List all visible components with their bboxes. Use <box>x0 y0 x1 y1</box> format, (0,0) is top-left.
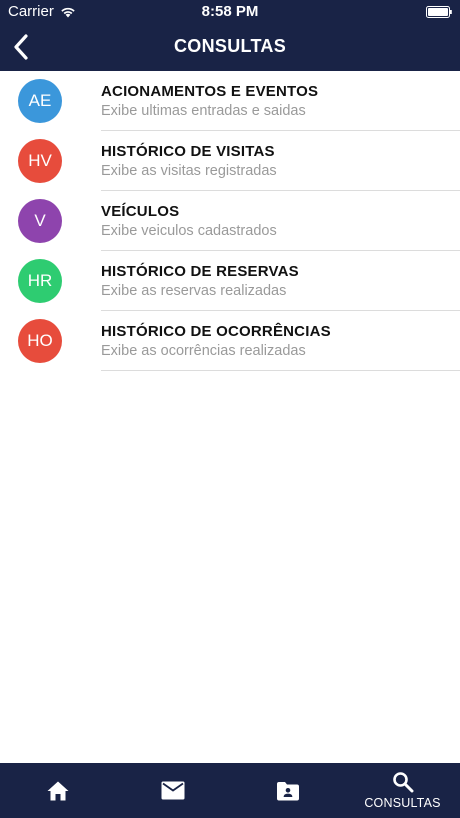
list-item-visitas[interactable]: HV HISTÓRICO DE VISITAS Exibe as visitas… <box>0 131 460 191</box>
list-item-title: HISTÓRICO DE OCORRÊNCIAS <box>101 323 331 340</box>
list-item-text: VEÍCULOS Exibe veiculos cadastrados <box>101 191 460 251</box>
page-title: CONSULTAS <box>173 36 287 56</box>
tab-home[interactable] <box>0 763 115 818</box>
consultas-list: AE ACIONAMENTOS E EVENTOS Exibe ultimas … <box>0 71 460 371</box>
tab-consultas[interactable]: CONSULTAS <box>345 763 460 818</box>
list-item-ocorrencias[interactable]: HO HISTÓRICO DE OCORRÊNCIAS Exibe as oco… <box>0 311 460 371</box>
list-item-subtitle: Exibe ultimas entradas e saidas <box>101 103 306 119</box>
tab-bar: CONSULTAS <box>0 763 460 818</box>
list-item-text: HISTÓRICO DE VISITAS Exibe as visitas re… <box>101 131 460 191</box>
list-item-veiculos[interactable]: V VEÍCULOS Exibe veiculos cadastrados <box>0 191 460 251</box>
list-item-subtitle: Exibe as visitas registradas <box>101 163 277 179</box>
home-icon <box>47 781 68 800</box>
list-item-title: VEÍCULOS <box>101 203 180 220</box>
list-item-text: ACIONAMENTOS E EVENTOS Exibe ultimas ent… <box>101 71 460 131</box>
list-item-reservas[interactable]: HR HISTÓRICO DE RESERVAS Exibe as reserv… <box>0 251 460 311</box>
list-item-title: ACIONAMENTOS E EVENTOS <box>101 83 319 100</box>
nav-bar: CONSULTAS <box>0 24 460 71</box>
list-item-subtitle: Exibe as ocorrências realizadas <box>101 343 306 359</box>
search-icon <box>392 772 413 793</box>
list-item-subtitle: Exibe veiculos cadastrados <box>101 223 277 239</box>
avatar: HR <box>18 259 62 303</box>
status-bar: Carrier 8:58 PM <box>0 0 460 24</box>
list-item-acionamentos[interactable]: AE ACIONAMENTOS E EVENTOS Exibe ultimas … <box>0 71 460 131</box>
status-time: 8:58 PM <box>201 3 259 20</box>
top-bar: Carrier 8:58 PM CONSULTAS <box>0 0 460 71</box>
screen: Carrier 8:58 PM CONSULTAS AE ACIONAMENTO… <box>0 0 460 818</box>
battery-icon <box>426 6 452 18</box>
tab-documents[interactable] <box>230 763 345 818</box>
avatar: AE <box>18 79 62 123</box>
folder-account-icon <box>276 781 299 800</box>
tab-messages[interactable] <box>115 763 230 818</box>
mail-icon <box>161 781 184 800</box>
avatar: V <box>18 199 62 243</box>
list-item-title: HISTÓRICO DE RESERVAS <box>101 263 299 280</box>
avatar: HV <box>18 139 62 183</box>
list-item-text: HISTÓRICO DE OCORRÊNCIAS Exibe as ocorrê… <box>101 311 460 371</box>
list-item-subtitle: Exibe as reservas realizadas <box>101 283 287 299</box>
avatar: HO <box>18 319 62 363</box>
list-item-title: HISTÓRICO DE VISITAS <box>101 143 275 160</box>
tab-consultas-label: CONSULTAS <box>364 796 441 810</box>
list-item-text: HISTÓRICO DE RESERVAS Exibe as reservas … <box>101 251 460 311</box>
